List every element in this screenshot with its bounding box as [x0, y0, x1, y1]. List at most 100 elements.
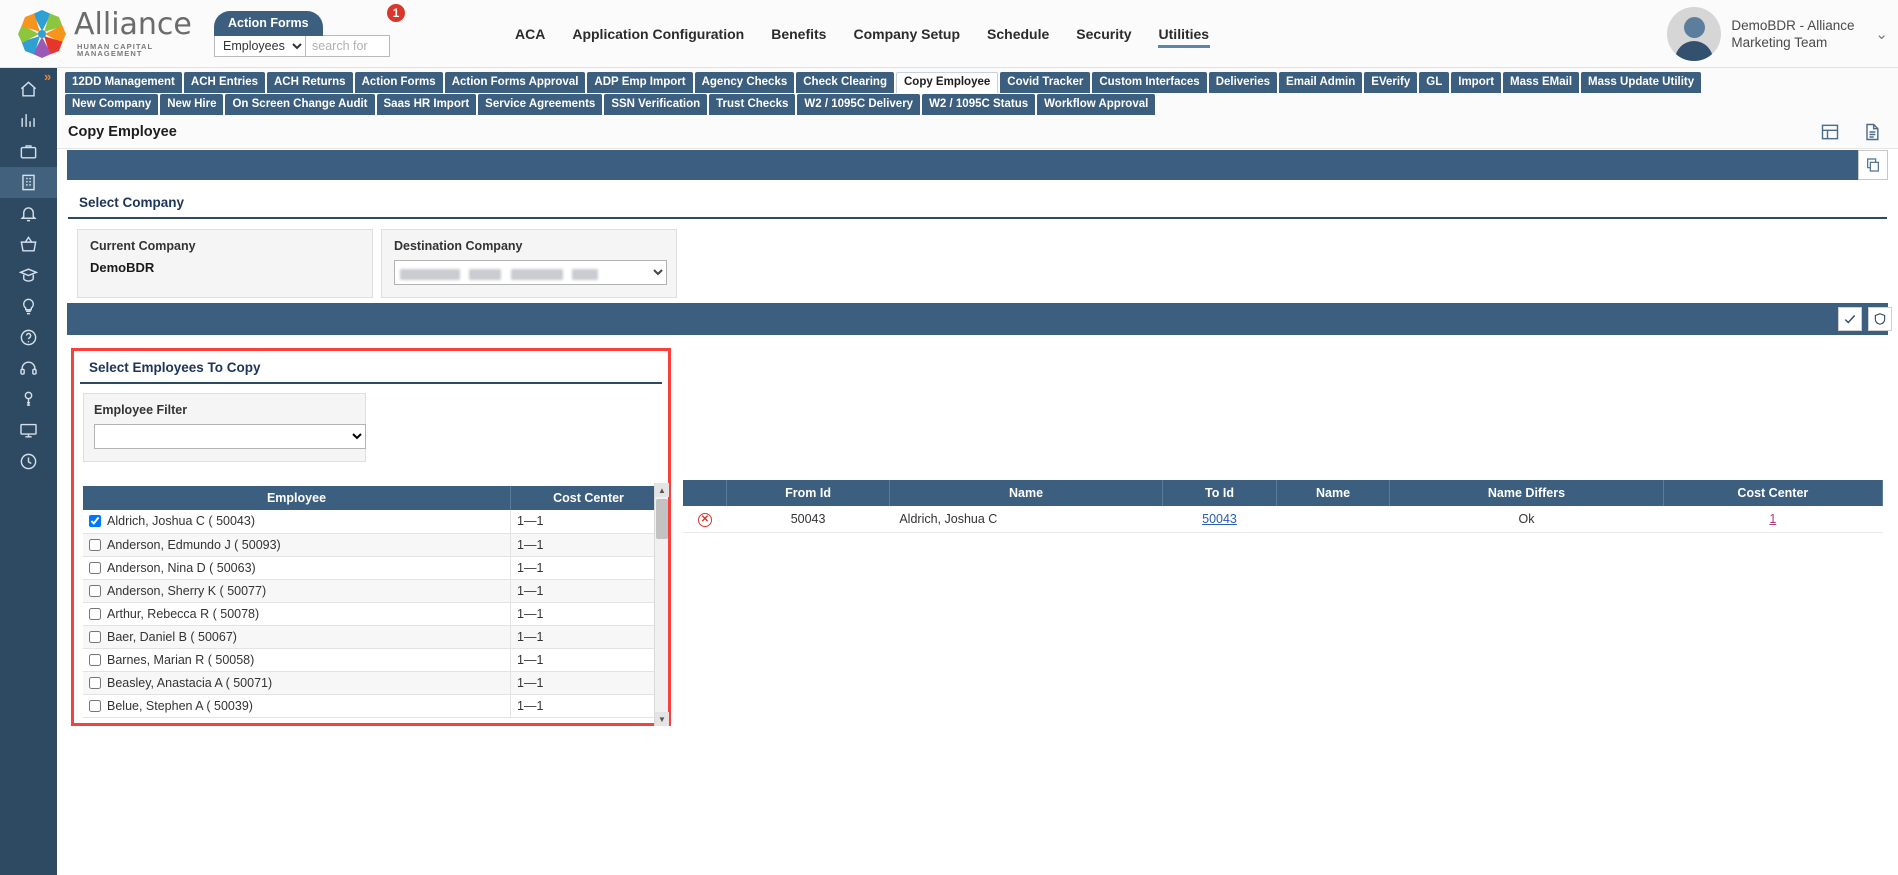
results-to-id-column-header[interactable]: To Id: [1162, 480, 1277, 506]
tab-new-company[interactable]: New Company: [65, 94, 159, 115]
nav-aca[interactable]: ACA: [514, 22, 546, 48]
table-row[interactable]: Aldrich, Joshua C ( 50043) 1—1: [83, 510, 667, 534]
search-input[interactable]: [306, 34, 390, 57]
employee-name: Anderson, Sherry K ( 50077): [107, 583, 267, 598]
tab-saas-hr-import[interactable]: Saas HR Import: [376, 94, 477, 115]
employee-row-checkbox[interactable]: [89, 653, 101, 666]
tab-ach-entries[interactable]: ACH Entries: [183, 72, 265, 93]
nav-application-configuration[interactable]: Application Configuration: [571, 22, 745, 48]
employee-row-checkbox[interactable]: [89, 584, 101, 597]
table-row[interactable]: Baer, Daniel B ( 50067) 1—1: [83, 625, 667, 649]
table-row[interactable]: ✕ 50043 Aldrich, Joshua C 50043 Ok 1: [683, 506, 1883, 533]
employee-row-checkbox[interactable]: [89, 676, 101, 689]
tab-import[interactable]: Import: [1451, 72, 1502, 93]
employee-column-header[interactable]: Employee: [83, 486, 511, 510]
tab-12dd-management[interactable]: 12DD Management: [65, 72, 182, 93]
tab-deliveries[interactable]: Deliveries: [1208, 72, 1278, 93]
tab-gl[interactable]: GL: [1419, 72, 1450, 93]
results-cost-center-column-header[interactable]: Cost Center: [1663, 480, 1884, 506]
sidebar-item-time[interactable]: [0, 446, 57, 477]
table-row[interactable]: Barnes, Marian R ( 50058) 1—1: [83, 648, 667, 672]
tab-check-clearing[interactable]: Check Clearing: [796, 72, 894, 93]
key-icon: [24, 391, 33, 406]
shield-button[interactable]: [1868, 307, 1892, 331]
sidebar-item-analytics[interactable]: [0, 105, 57, 136]
tab-new-hire[interactable]: New Hire: [160, 94, 224, 115]
user-account-area[interactable]: DemoBDR - Alliance Marketing Team ⌄: [1667, 0, 1888, 68]
nav-schedule[interactable]: Schedule: [986, 22, 1050, 48]
tab-w2-1095c-delivery[interactable]: W2 / 1095C Delivery: [797, 94, 921, 115]
scroll-down-icon[interactable]: ▼: [655, 712, 669, 726]
results-name-differs-column-header[interactable]: Name Differs: [1389, 480, 1664, 506]
chevron-down-icon[interactable]: ⌄: [1875, 25, 1888, 43]
sidebar-item-monitor[interactable]: [0, 415, 57, 446]
tab-mass-email[interactable]: Mass EMail: [1503, 72, 1580, 93]
nav-company-setup[interactable]: Company Setup: [852, 22, 961, 48]
global-search-group: Action Forms 1 Employees: [214, 1, 407, 57]
employee-row-checkbox[interactable]: [89, 515, 101, 528]
sidebar-item-company[interactable]: [0, 167, 57, 198]
results-cost-center-link[interactable]: 1: [1769, 512, 1776, 526]
table-row[interactable]: Anderson, Nina D ( 50063) 1—1: [83, 556, 667, 580]
grid-icon[interactable]: [1820, 122, 1840, 142]
tab-email-admin[interactable]: Email Admin: [1279, 72, 1363, 93]
sidebar-item-support[interactable]: [0, 353, 57, 384]
sidebar-item-notifications[interactable]: [0, 198, 57, 229]
sidebar-item-access[interactable]: [0, 384, 57, 415]
remove-circle-icon[interactable]: ✕: [697, 512, 712, 527]
tab-adp-emp-import[interactable]: ADP Emp Import: [587, 72, 693, 93]
results-from-id-column-header[interactable]: From Id: [726, 480, 890, 506]
page-title: Copy Employee: [68, 123, 177, 140]
sidebar-item-basket[interactable]: [0, 229, 57, 260]
scrollbar-thumb[interactable]: [656, 499, 668, 539]
table-row[interactable]: Arthur, Rebecca R ( 50078) 1—1: [83, 602, 667, 626]
tab-trust-checks[interactable]: Trust Checks: [709, 94, 796, 115]
employee-row-checkbox[interactable]: [89, 699, 101, 712]
employee-row-checkbox[interactable]: [89, 538, 101, 551]
sidebar-item-help[interactable]: [0, 322, 57, 353]
validate-button[interactable]: [1838, 307, 1862, 331]
action-forms-button[interactable]: Action Forms: [214, 10, 323, 36]
table-row[interactable]: Belue, Stephen A ( 50039) 1—1: [83, 694, 667, 718]
employee-row-checkbox[interactable]: [89, 607, 101, 620]
employee-filter-label: Employee Filter: [94, 403, 188, 417]
tab-service-agreements[interactable]: Service Agreements: [478, 94, 603, 115]
employee-list-scrollbar[interactable]: ▲ ▼: [654, 483, 669, 726]
tab-custom-interfaces[interactable]: Custom Interfaces: [1092, 72, 1207, 93]
cost-center-column-header[interactable]: Cost Center: [510, 486, 667, 510]
search-scope-select[interactable]: Employees: [214, 34, 306, 57]
tab-action-forms[interactable]: Action Forms: [354, 72, 443, 93]
sidebar-item-ideas[interactable]: [0, 291, 57, 322]
tab-on-screen-change-audit[interactable]: On Screen Change Audit: [225, 94, 375, 115]
nav-utilities[interactable]: Utilities: [1157, 22, 1211, 48]
table-row[interactable]: Anderson, Sherry K ( 50077) 1—1: [83, 579, 667, 603]
employee-row-checkbox[interactable]: [89, 630, 101, 643]
tab-everify[interactable]: EVerify: [1364, 72, 1418, 93]
results-to-id-link[interactable]: 50043: [1202, 512, 1237, 526]
sidebar-expand-icon[interactable]: »: [44, 70, 58, 84]
tab-agency-checks[interactable]: Agency Checks: [694, 72, 795, 93]
table-row[interactable]: Anderson, Edmundo J ( 50093) 1—1: [83, 533, 667, 557]
nav-security[interactable]: Security: [1075, 22, 1132, 48]
scroll-up-icon[interactable]: ▲: [655, 483, 669, 497]
employee-filter-select[interactable]: [94, 424, 366, 449]
sidebar-item-briefcase[interactable]: [0, 136, 57, 167]
tab-covid-tracker[interactable]: Covid Tracker: [1000, 72, 1091, 93]
tab-workflow-approval[interactable]: Workflow Approval: [1037, 94, 1156, 115]
tab-w2-1095c-status[interactable]: W2 / 1095C Status: [922, 94, 1036, 115]
employee-row-checkbox[interactable]: [89, 561, 101, 574]
tab-ach-returns[interactable]: ACH Returns: [267, 72, 353, 93]
results-from-name-column-header[interactable]: Name: [889, 480, 1164, 506]
tab-action-forms-approval[interactable]: Action Forms Approval: [444, 72, 586, 93]
results-to-name-column-header[interactable]: Name: [1276, 480, 1391, 506]
tab-copy-employee[interactable]: Copy Employee: [895, 72, 999, 93]
table-row[interactable]: Beasley, Anastacia A ( 50071) 1—1: [83, 671, 667, 695]
tab-mass-update-utility[interactable]: Mass Update Utility: [1581, 72, 1702, 93]
document-icon[interactable]: [1862, 122, 1882, 142]
sidebar-item-learning[interactable]: [0, 260, 57, 291]
nav-benefits[interactable]: Benefits: [770, 22, 827, 48]
copy-action-button[interactable]: [1858, 150, 1888, 180]
brand-logo[interactable]: Alliance HUMAN CAPITAL MANAGEMENT: [14, 6, 194, 62]
copy-results-table: From Id Name To Id Name Name Differs Cos…: [683, 480, 1884, 533]
tab-ssn-verification[interactable]: SSN Verification: [604, 94, 708, 115]
